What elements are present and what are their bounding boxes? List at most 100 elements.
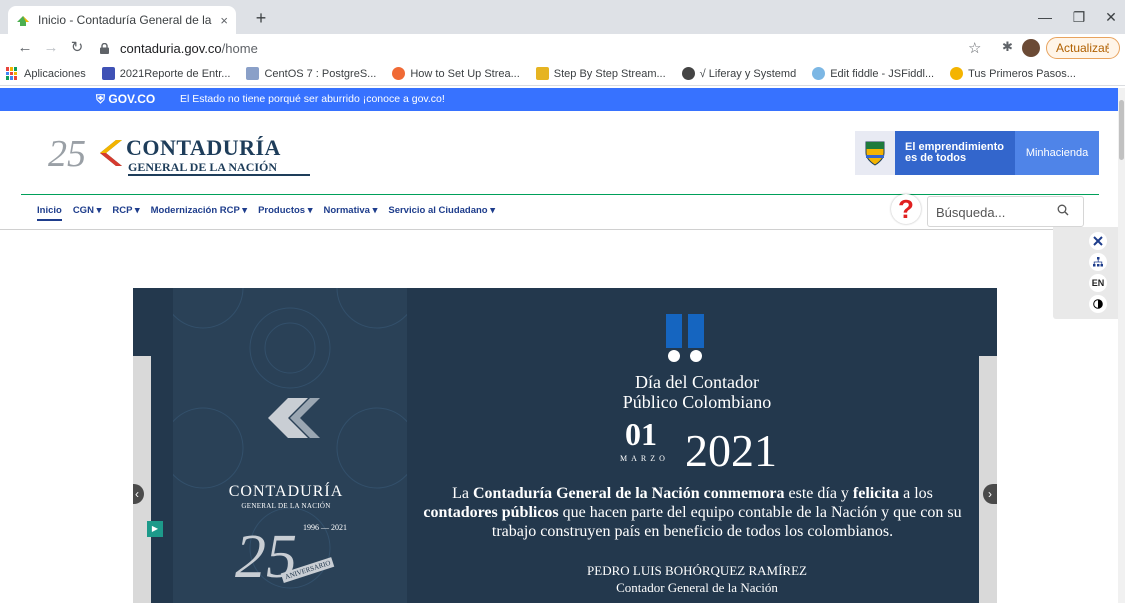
govco-logo-text: GOV.CO [108, 92, 156, 106]
bookmark-favicon-icon [950, 67, 964, 80]
bookmark-apps[interactable]: Aplicaciones [6, 67, 86, 80]
search-icon[interactable] [1057, 204, 1069, 219]
site-logo[interactable]: 25 CONTADURÍA GENERAL DE LA NACIÓN [48, 130, 310, 178]
colombia-shield-icon [855, 131, 895, 175]
logo-arrow-icon [100, 140, 122, 166]
menu-item-normativa[interactable]: Normativa ▾ [323, 205, 377, 221]
reload-icon[interactable]: ↻ [66, 38, 88, 58]
restore-icon[interactable]: ❐ [1064, 6, 1094, 28]
bookmark-label: Step By Step Stream... [553, 67, 666, 80]
profile-avatar[interactable] [1022, 39, 1040, 57]
slide-next-strip [979, 356, 997, 603]
bookmark-favicon-icon [246, 67, 260, 80]
bookmark-favicon-icon [392, 67, 406, 80]
help-button[interactable]: ? [891, 194, 921, 224]
hero-message-part: que hacen parte del equipo contable de l… [491, 504, 962, 540]
logo-underline [128, 174, 310, 176]
sitemap-icon[interactable] [1089, 253, 1107, 271]
search-box [927, 196, 1084, 227]
page-scrollbar[interactable] [1118, 88, 1125, 603]
menu-item-modernizacion[interactable]: Modernización RCP ▾ [151, 205, 247, 221]
new-tab-button[interactable]: + [250, 8, 272, 28]
hero-25-mark: 25 [235, 523, 297, 591]
bookmark-item[interactable]: 2021Reporte de Entr... [101, 67, 231, 80]
hero-brand-subtitle: GENERAL DE LA NACIÓN [241, 502, 331, 510]
hero-title-line-1: Día del Contador [635, 372, 759, 392]
back-icon[interactable]: ← [14, 38, 36, 58]
hero-title-line-2: Público Colombiano [622, 392, 772, 412]
bookmark-star-icon[interactable]: ☆ [968, 39, 981, 57]
logo-25-mark: 25 [48, 133, 86, 175]
search-input[interactable] [936, 203, 1056, 221]
gobierno-banner[interactable]: El emprendimiento es de todos Minhaciend… [855, 131, 1099, 175]
contrast-icon[interactable] [1089, 295, 1107, 313]
scrollbar-thumb[interactable] [1119, 100, 1124, 160]
hero-signer-name: PEDRO LUIS BOHÓRQUEZ RAMÍREZ [587, 563, 807, 578]
hero-pause-dots-graphic [666, 314, 704, 362]
menu-item-inicio[interactable]: Inicio [37, 205, 62, 221]
bookmark-item[interactable]: Tus Primeros Pasos... [950, 67, 1076, 80]
govco-shield-icon: ⛨ [96, 92, 106, 106]
url-path: /home [221, 40, 258, 56]
bookmark-label: Aplicaciones [24, 67, 86, 80]
hero-brand: CONTADURÍA [228, 483, 344, 500]
bookmark-item[interactable]: √ Liferay y Systemd [681, 67, 797, 80]
menu-dots-icon: ⋮ [1102, 41, 1114, 55]
tab-close-icon[interactable]: × [220, 13, 228, 28]
bookmark-label: Edit fiddle - JSFiddl... [830, 67, 935, 80]
gov-bar: ⛨ GOV.CO El Estado no tiene porqué ser a… [0, 88, 1118, 111]
lock-icon [98, 42, 110, 54]
hero-day: 01 [625, 416, 657, 452]
govco-logo[interactable]: ⛨ GOV.CO [96, 92, 155, 107]
menu-item-cgn[interactable]: CGN ▾ [73, 205, 102, 221]
url-host: contaduria.gov.co [120, 40, 222, 56]
hero-signer-title: Contador General de la Nación [616, 580, 778, 595]
hero-message-part: a los [899, 485, 933, 502]
bookmark-favicon-icon [535, 67, 549, 80]
bookmark-item[interactable]: Step By Step Stream... [535, 67, 666, 80]
carousel-play-icon[interactable]: ▶ [147, 521, 163, 537]
browser-tab-strip: Inicio - Contaduría General de la × + — … [0, 0, 1125, 34]
bookmark-label: √ Liferay y Systemd [699, 67, 797, 80]
slide-prev-strip [133, 356, 151, 603]
accessibility-bar: EN [1053, 227, 1119, 319]
site-favicon-icon [16, 13, 30, 27]
bookmark-favicon-icon [812, 67, 826, 80]
emprendimiento-text: El emprendimiento es de todos [895, 131, 1015, 175]
browser-toolbar: ← → ↻ contaduria.gov.co/home ☆ ✱ Actuali… [0, 34, 1125, 62]
bookmark-label: Tus Primeros Pasos... [968, 67, 1076, 80]
menu-item-rcp[interactable]: RCP ▾ [112, 205, 139, 221]
bookmark-label: How to Set Up Strea... [410, 67, 520, 80]
extensions-icon[interactable]: ✱ [1002, 39, 1013, 55]
carousel-next-icon[interactable]: › [983, 484, 997, 504]
update-label: Actualizar [1056, 41, 1109, 55]
bookmark-item[interactable]: How to Set Up Strea... [392, 67, 520, 80]
minhacienda-link[interactable]: Minhacienda [1015, 131, 1099, 175]
hero-banner[interactable]: ‹ › ▶ CONTADURÍA GENERAL DE LA NACIÓN 19… [133, 288, 997, 603]
update-button[interactable]: Actualizar ⋮ [1046, 37, 1120, 59]
bookmark-label: CentOS 7 : PostgreS... [264, 67, 377, 80]
bookmark-label: 2021Reporte de Entr... [119, 67, 231, 80]
apps-grid-icon [6, 67, 19, 80]
header-divider [21, 194, 1099, 195]
hero-years: 1996 — 2021 [303, 523, 347, 532]
language-en-button[interactable]: EN [1089, 274, 1107, 292]
logo-name: CONTADURÍA [126, 135, 281, 160]
bookmark-item[interactable]: Edit fiddle - JSFiddl... [812, 67, 934, 80]
cgn-emblem-graphic [268, 398, 320, 438]
govco-tagline[interactable]: El Estado no tiene porqué ser aburrido ¡… [180, 93, 445, 105]
main-menu: Inicio CGN ▾ RCP ▾ Modernización RCP ▾ P… [37, 205, 506, 221]
browser-tab[interactable]: Inicio - Contaduría General de la × [8, 6, 236, 34]
menu-divider [0, 229, 1125, 230]
menu-item-productos[interactable]: Productos ▾ [258, 205, 312, 221]
bookmark-item[interactable]: CentOS 7 : PostgreS... [246, 67, 376, 80]
minimize-icon[interactable]: — [1030, 6, 1060, 28]
hero-year: 2021 [685, 425, 777, 476]
hero-month: MARZO [620, 454, 669, 463]
close-window-icon[interactable]: ✕ [1096, 6, 1125, 28]
address-bar[interactable]: contaduria.gov.co/home [98, 36, 998, 60]
menu-item-servicio[interactable]: Servicio al Ciudadano ▾ [388, 205, 495, 221]
forward-icon[interactable]: → [40, 38, 62, 58]
tools-icon[interactable] [1089, 232, 1107, 250]
hero-message: La Contaduría General de la Nación conme… [415, 484, 970, 541]
